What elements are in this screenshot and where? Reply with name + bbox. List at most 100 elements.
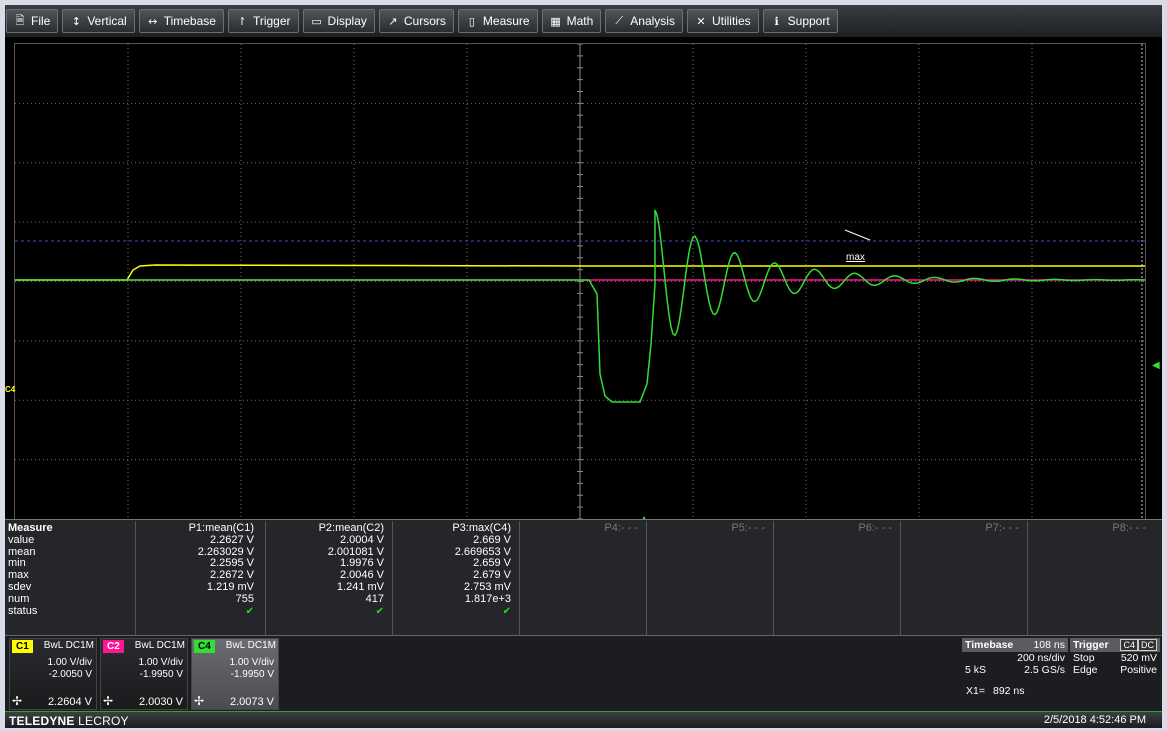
menu-analysis-button[interactable]: ⟋ Analysis bbox=[605, 9, 683, 33]
waveform-display bbox=[15, 44, 1145, 519]
measure-icon: ▯ bbox=[468, 14, 475, 28]
trigger-type: Edge bbox=[1073, 664, 1098, 676]
cursor-cross-icon: ✢ bbox=[12, 694, 23, 708]
measure-column-p2[interactable]: P2:mean(C2) 2.0004 V 2.001081 V 1.9976 V 2.0… bbox=[265, 521, 390, 635]
menu-label: Measure bbox=[482, 14, 530, 28]
channel-readout: 2.0073 V bbox=[229, 696, 274, 708]
measure-column-p1[interactable]: P1:mean(C1) 2.2627 V 2.263029 V 2.2595 V 2.2… bbox=[135, 521, 260, 635]
trigger-slope: Positive bbox=[1120, 664, 1157, 676]
waveform-grid[interactable]: max bbox=[14, 43, 1146, 520]
channel-tag: C1 bbox=[12, 640, 33, 653]
measure-cell-sdev: 1.219 mV bbox=[206, 580, 254, 593]
brand-logo: TELEDYNE LECROY bbox=[9, 714, 129, 728]
cursor-cross-icon: ✢ bbox=[103, 694, 114, 708]
channel-coupling: BwL DC1M bbox=[43, 640, 94, 651]
trigger-source: C4 bbox=[1120, 639, 1138, 651]
menu-label: Display bbox=[327, 14, 367, 28]
menu-measure-button[interactable]: ▯ Measure bbox=[457, 9, 538, 33]
vertical-icon: ↕ bbox=[71, 14, 81, 28]
trigger-coupling: DC bbox=[1138, 639, 1157, 651]
channel-vdiv: 1.00 V/div bbox=[138, 657, 183, 668]
menu-label: Cursors bbox=[403, 14, 446, 28]
measure-cell-value: 2.2627 V bbox=[209, 533, 254, 546]
menu-support-button[interactable]: ℹ Support bbox=[762, 9, 838, 33]
trigger-level: 520 mV bbox=[1120, 652, 1157, 664]
menu-label: File bbox=[31, 14, 51, 28]
trigger-title: Trigger bbox=[1073, 639, 1109, 651]
measure-header: P4:- - - bbox=[604, 522, 638, 534]
measure-cell-num: 417 bbox=[365, 592, 384, 605]
file-icon: 🗎 bbox=[15, 13, 25, 27]
status-bar: TELEDYNE LECROY 2/5/2018 4:52:46 PM bbox=[5, 711, 1162, 728]
channel-offset: -2.0050 V bbox=[48, 669, 92, 680]
channel-descriptor-c1[interactable]: C1 BwL DC1M 1.00 V/div -2.0050 V 2.2604 V ✢ bbox=[9, 638, 97, 710]
channel-offset: -1.9950 V bbox=[139, 669, 183, 680]
support-icon: ℹ bbox=[774, 14, 779, 28]
measure-table: Measure value mean min max sdev num stat… bbox=[5, 519, 1162, 636]
menu-utilities-button[interactable]: ✕ Utilities bbox=[686, 9, 759, 33]
measure-cell-num: 1.817e+3 bbox=[464, 592, 511, 605]
channel-vdiv: 1.00 V/div bbox=[229, 657, 274, 668]
row-label: sdev bbox=[8, 580, 32, 593]
display-icon: ▭ bbox=[311, 14, 322, 28]
trigger-descriptor[interactable]: Trigger C4 DC Stop 520 mV Edge Positive bbox=[1070, 638, 1160, 692]
measure-header: P8:- - - bbox=[1112, 522, 1146, 534]
measure-column-p4[interactable]: P4:- - - bbox=[519, 521, 644, 635]
measure-cell-num: 755 bbox=[235, 592, 254, 605]
measure-column-p6[interactable]: P6:- - - bbox=[773, 521, 898, 635]
menu-timebase-button[interactable]: ↔ Timebase bbox=[138, 9, 224, 33]
measure-cell-value: 2.0004 V bbox=[339, 533, 384, 546]
menu-math-button[interactable]: ▦ Math bbox=[541, 9, 602, 33]
menu-bar: 🗎 File ↕ Vertical ↔ Timebase ↾ Trigger ▭ Display ↗… bbox=[5, 5, 1162, 37]
utilities-icon: ✕ bbox=[696, 14, 706, 28]
analysis-icon: ⟋ bbox=[615, 14, 624, 27]
measure-column-p5[interactable]: P5:- - - bbox=[646, 521, 771, 635]
timebase-delay: 108 ns bbox=[1033, 639, 1065, 651]
c4-offset-marker[interactable]: C4 bbox=[5, 385, 15, 394]
timebase-samples: 5 kS bbox=[965, 664, 987, 676]
menu-label: Utilities bbox=[711, 14, 751, 28]
channel-descriptor-c2[interactable]: C2 BwL DC1M 1.00 V/div -1.9950 V 2.0030 V ✢ bbox=[100, 638, 188, 710]
cursor-readout[interactable]: X1= 892 ns bbox=[966, 685, 1033, 697]
menu-label: Vertical bbox=[87, 14, 127, 28]
row-label: status bbox=[8, 604, 38, 617]
measure-column-p8[interactable]: P8:- - - bbox=[1027, 521, 1152, 635]
descriptor-area: C1 BwL DC1M 1.00 V/div -2.0050 V 2.2604 V ✢ C2… bbox=[5, 635, 1162, 712]
row-label: num bbox=[8, 592, 30, 605]
status-check-icon: ✔ bbox=[245, 605, 254, 617]
menu-label: Analysis bbox=[630, 14, 675, 28]
measure-column-p7[interactable]: P7:- - - bbox=[900, 521, 1025, 635]
brand-bold: TELEDYNE bbox=[9, 714, 75, 728]
timebase-sample-rate: 2.5 GS/s bbox=[1024, 664, 1065, 676]
menu-file-button[interactable]: 🗎 File bbox=[6, 9, 59, 33]
measure-cell-sdev: 2.753 mV bbox=[463, 580, 511, 593]
menu-label: Math bbox=[566, 14, 594, 28]
channel-tag: C4 bbox=[194, 640, 215, 653]
max-label-leader bbox=[844, 229, 871, 241]
cursor-label: X1= bbox=[966, 685, 985, 697]
trigger-mode: Stop bbox=[1073, 652, 1095, 664]
menu-vertical-button[interactable]: ↕ Vertical bbox=[62, 9, 135, 33]
scope-window: 🗎 File ↕ Vertical ↔ Timebase ↾ Trigger ▭ Display ↗… bbox=[5, 5, 1162, 728]
measure-cell-value: 2.669 V bbox=[473, 533, 511, 546]
channel-readout: 2.0030 V bbox=[138, 696, 183, 708]
channel-descriptor-c4[interactable]: C4 BwL DC1M 1.00 V/div -1.9950 V 2.0073 V ✢ bbox=[191, 638, 279, 710]
menu-display-button[interactable]: ▭ Display bbox=[302, 9, 375, 33]
level-arrow-icon[interactable]: ◀ bbox=[1152, 360, 1160, 371]
measure-column-p3[interactable]: P3:max(C4) 2.669 V 2.669653 V 2.659 V 2.679 … bbox=[392, 521, 517, 635]
status-check-icon: ✔ bbox=[375, 605, 384, 617]
menu-trigger-button[interactable]: ↾ Trigger bbox=[227, 9, 299, 33]
timebase-descriptor[interactable]: Timebase 108 ns 200 ns/div 5 kS 2.5 GS/s bbox=[962, 638, 1068, 692]
channel-vdiv: 1.00 V/div bbox=[47, 657, 92, 668]
measure-header: P7:- - - bbox=[985, 522, 1019, 534]
cursors-icon: ↗ bbox=[388, 14, 398, 28]
timebase-rate: 200 ns/div bbox=[1017, 652, 1065, 664]
max-annotation: max bbox=[846, 252, 865, 263]
channel-tag: C2 bbox=[103, 640, 124, 653]
measure-row-labels: Measure value mean min max sdev num stat… bbox=[8, 522, 53, 617]
menu-cursors-button[interactable]: ↗ Cursors bbox=[378, 9, 454, 33]
menu-label: Trigger bbox=[252, 14, 291, 28]
measure-header: P6:- - - bbox=[858, 522, 892, 534]
timebase-icon: ↔ bbox=[148, 14, 158, 28]
brand-light: LECROY bbox=[74, 714, 129, 728]
